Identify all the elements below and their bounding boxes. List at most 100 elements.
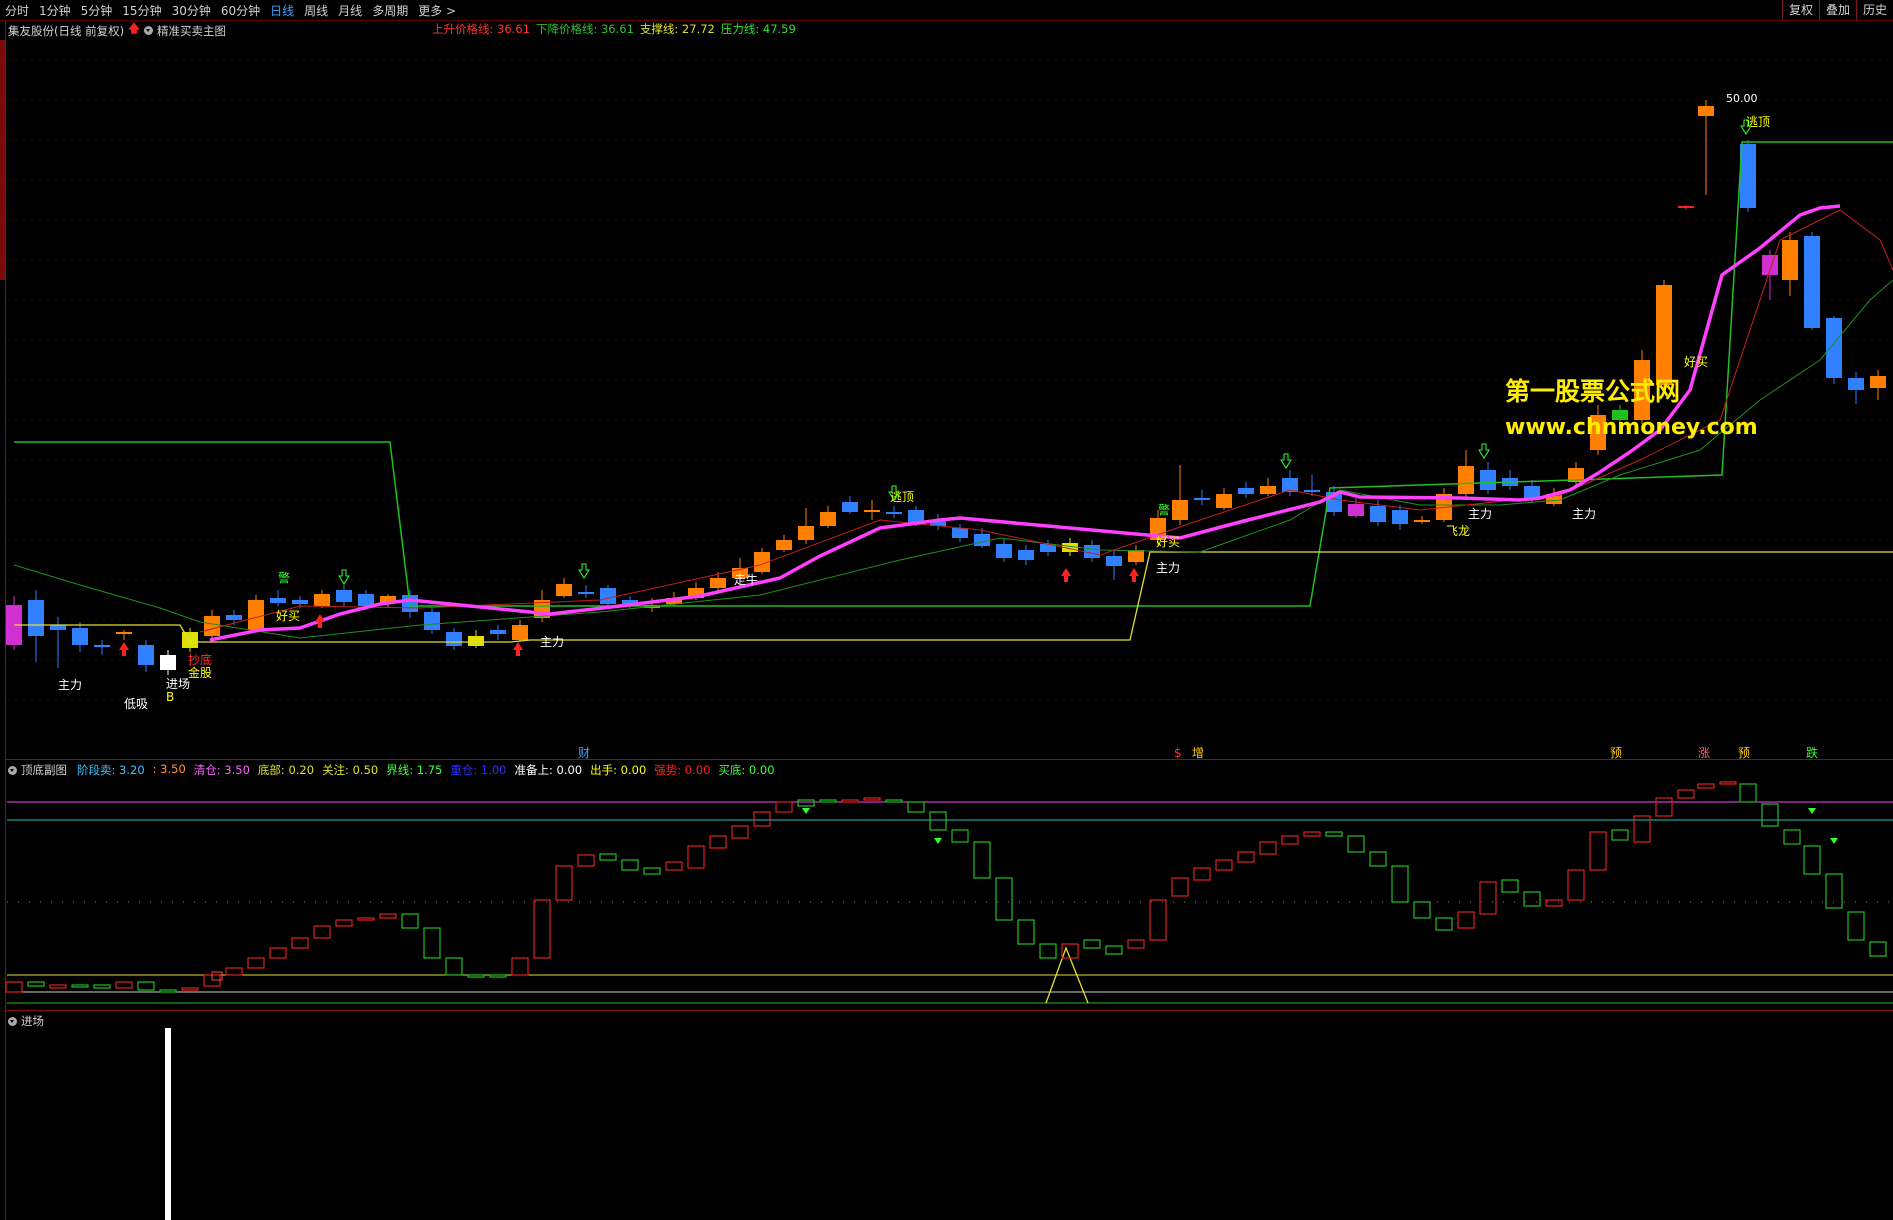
candle-body [930,520,946,526]
candle-body [644,605,660,608]
candle-body [1848,378,1864,390]
period-tab[interactable]: 30分钟 [167,2,216,19]
period-tab[interactable]: 多周期 [367,2,413,19]
oscillator-bar [1325,831,1343,837]
signal-label: 主力 [1572,507,1596,521]
candle-body [490,630,506,634]
period-tab[interactable]: 日线 [265,2,299,19]
oscillator-bar [1391,865,1409,903]
down-arrow-icon [1808,808,1816,814]
signal-label: 主力 [1468,507,1492,521]
signal-label: 好买 [1684,355,1708,369]
oscillator-bar [1413,901,1431,919]
oscillator-bar [753,811,771,827]
indicator-name[interactable]: 精准买卖主图 [157,23,226,39]
ma-line [13,279,1893,639]
oscillator-bar [27,981,45,987]
candle-body [1870,376,1886,388]
period-tab[interactable]: 周线 [299,2,333,19]
oscillator-bar [577,854,595,867]
up-arrow-icon: 🡅 [128,21,140,35]
bottom-marker: 预 [1610,746,1622,760]
candle-body [1546,494,1562,504]
toolbar-right-buttons: 复权 叠加 历史 [1781,0,1893,20]
oscillator-bar [1127,939,1145,949]
legend-item: 压力线: 47.59 [720,22,796,36]
oscillator-bar [1523,891,1541,907]
signal-label: 逃顶 [1746,115,1770,129]
down-arrow-icon [1830,838,1838,844]
collapse-icon[interactable] [8,765,17,775]
candle-body [1370,506,1386,522]
candle-body [182,632,198,648]
oscillator-bar [1259,841,1277,855]
period-tab[interactable]: 60分钟 [216,2,265,19]
period-tab[interactable]: 1分钟 [34,2,76,19]
signal-label: 抄底 [188,652,212,667]
period-tab[interactable]: 5分钟 [76,2,118,19]
oscillator-bar [401,913,419,929]
entry-panel-title[interactable]: 进场 [21,1013,44,1029]
toolbar-button[interactable]: 历史 [1855,0,1893,20]
oscillator-bar [49,984,67,989]
candle-body [424,612,440,630]
oscillator-bar [1655,797,1673,817]
oscillator-bar [665,861,683,871]
oscillator-bar [863,797,881,801]
panel-divider [6,1010,1893,1011]
oscillator-bar [555,865,573,901]
candle-body [468,636,484,646]
support-line [14,551,1893,643]
toolbar-button[interactable]: 复权 [1781,0,1819,20]
candle-body [1260,486,1276,494]
oscillator-bar [621,859,639,871]
oscillator-bar [247,957,265,969]
oscillator-bar [1545,899,1563,907]
sub-panel-title[interactable]: 顶底副图 [21,762,67,778]
watermark-url: www.chnmoney.com [1505,415,1758,440]
bottom-marker: $ [1174,746,1182,760]
candle-body [1326,492,1342,512]
oscillator-bar [467,974,485,978]
candle-body [1762,255,1778,275]
down-arrow-icon [934,838,942,844]
collapse-icon[interactable] [8,1016,17,1026]
collapse-icon[interactable] [143,26,153,35]
panel-divider [6,759,1893,760]
candle-body [1348,504,1364,516]
candle-body [1740,144,1756,208]
bottom-marker: 增 [1192,746,1204,760]
legend-item: 买底: 0.00 [718,763,775,777]
oscillator-bar [1697,783,1715,789]
oscillator-bar [643,867,661,875]
down-arrow-icon [338,569,350,585]
candle-body [1436,494,1452,520]
candle-body [512,625,528,640]
candle-body [820,512,836,526]
candle-body [1194,498,1210,500]
period-tab[interactable]: 分时 [0,2,34,19]
oscillator-bar [775,801,793,813]
legend-item: 阶段卖: 3.20 [77,763,145,777]
oscillator-bar [797,799,815,807]
down-arrow-icon [1478,443,1490,459]
oscillator-bar [1589,831,1607,871]
period-tab[interactable]: 15分钟 [117,2,166,19]
kline-chart[interactable]: 主力低吸进场B金股抄底好买走牛逃顶主力好买主力飞龙主力好买逃顶主力警警50.00… [0,0,1893,1220]
candle-body [1150,518,1166,540]
toolbar-button[interactable]: 叠加 [1818,0,1856,20]
candle-body [380,596,396,603]
oscillator-bar [1677,789,1695,799]
period-tab[interactable]: 更多 > [413,2,461,19]
candle-body [710,578,726,588]
signal-label: 主力 [1156,561,1180,575]
period-tab[interactable]: 月线 [333,2,367,19]
up-arrow-icon [315,614,325,628]
bottom-marker: 财 [578,746,590,760]
oscillator-bar [1761,803,1779,827]
signal-label: 进场 [166,677,190,691]
oscillator-bar [1869,941,1887,957]
side-tab[interactable] [0,40,5,280]
candle-body [336,590,352,602]
candle-body [116,632,132,634]
